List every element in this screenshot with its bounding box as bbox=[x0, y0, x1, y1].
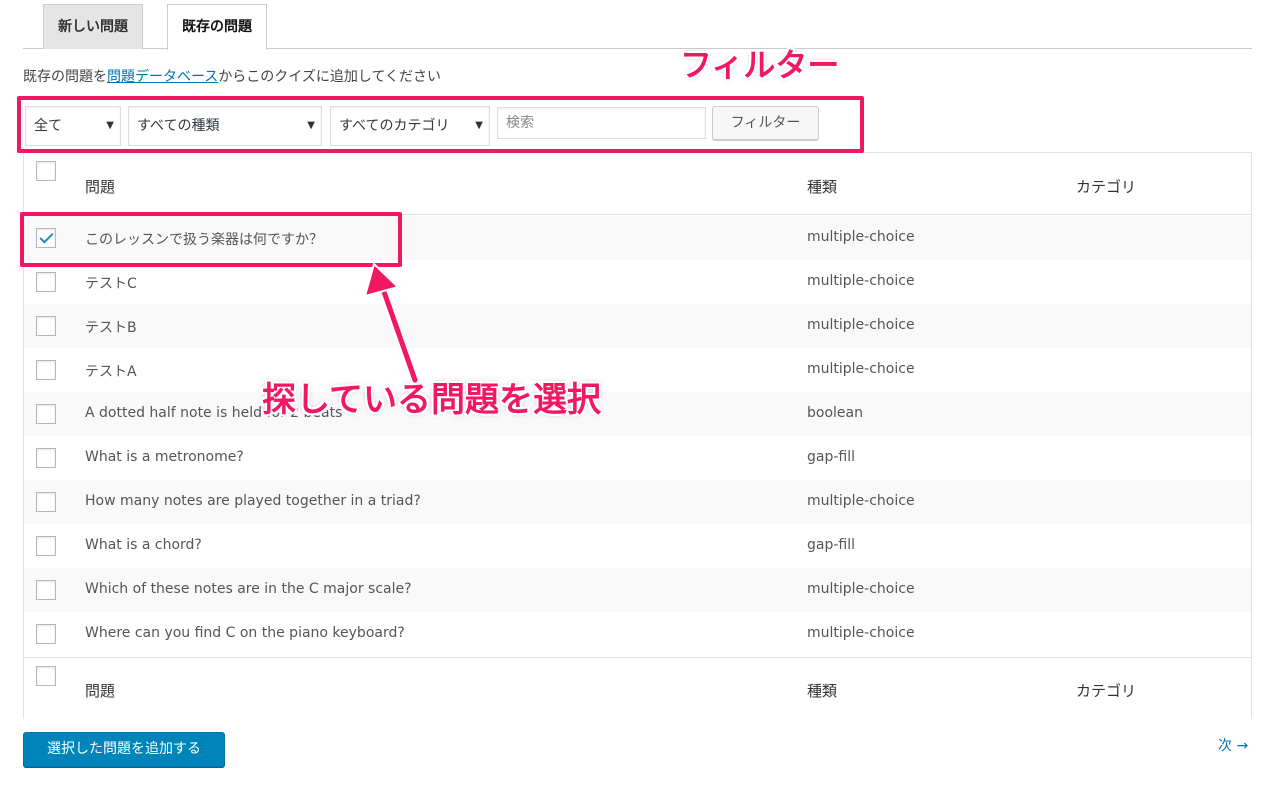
type-cell: boolean bbox=[807, 405, 863, 421]
select-all-checkbox[interactable] bbox=[36, 161, 56, 181]
question-cell: What is a metronome? bbox=[85, 449, 244, 465]
column-header-question[interactable]: 問題 bbox=[85, 176, 115, 197]
table-footer: 問題 種類 カテゴリ bbox=[24, 657, 1251, 719]
table-row[interactable]: テストA multiple-choice bbox=[24, 348, 1251, 392]
question-cell: How many notes are played together in a … bbox=[85, 493, 421, 509]
tab-existing-questions[interactable]: 既存の問題 bbox=[167, 4, 267, 50]
type-cell: gap-fill bbox=[807, 449, 856, 465]
table-row[interactable]: テストB multiple-choice bbox=[24, 304, 1251, 348]
row-checkbox[interactable] bbox=[36, 624, 56, 644]
column-footer-question[interactable]: 問題 bbox=[85, 680, 115, 701]
table-row[interactable]: What is a chord? gap-fill bbox=[24, 524, 1251, 568]
question-cell: Which of these notes are in the C major … bbox=[85, 581, 412, 597]
add-selected-questions-button[interactable]: 選択した問題を追加する bbox=[23, 732, 225, 767]
row-checkbox[interactable] bbox=[36, 360, 56, 380]
intro-text: 既存の問題を問題データベースからこのクイズに追加してください bbox=[23, 66, 441, 86]
arrow-up-left-icon bbox=[363, 262, 420, 385]
type-cell: multiple-choice bbox=[807, 493, 915, 509]
intro-prefix: 既存の問題を bbox=[23, 69, 107, 85]
select-all-checkbox-footer[interactable] bbox=[36, 666, 56, 686]
table-row[interactable]: How many notes are played together in a … bbox=[24, 480, 1251, 524]
type-cell: multiple-choice bbox=[807, 317, 915, 333]
intro-suffix: からこのクイズに追加してください bbox=[218, 69, 442, 85]
table-row[interactable]: A dotted half note is held for 2 beats b… bbox=[24, 392, 1251, 436]
table-row[interactable]: What is a metronome? gap-fill bbox=[24, 436, 1251, 480]
selected-row-highlight-box bbox=[20, 212, 402, 267]
tab-bar: 新しい問題 既存の問題 bbox=[23, 4, 1252, 50]
question-bank-link[interactable]: 問題データベース bbox=[107, 69, 218, 85]
type-cell: multiple-choice bbox=[807, 581, 915, 597]
type-cell: multiple-choice bbox=[807, 229, 915, 245]
column-header-category[interactable]: カテゴリ bbox=[1076, 176, 1136, 197]
row-checkbox[interactable] bbox=[36, 536, 56, 556]
row-checkbox[interactable] bbox=[36, 316, 56, 336]
row-checkbox[interactable] bbox=[36, 404, 56, 424]
type-cell: multiple-choice bbox=[807, 273, 915, 289]
row-checkbox[interactable] bbox=[36, 492, 56, 512]
next-page-link[interactable]: 次 → bbox=[1218, 735, 1248, 755]
row-checkbox[interactable] bbox=[36, 272, 56, 292]
type-cell: gap-fill bbox=[807, 537, 856, 553]
question-cell: テストA bbox=[85, 364, 137, 380]
column-footer-type[interactable]: 種類 bbox=[807, 680, 837, 701]
question-cell: テストB bbox=[85, 320, 137, 336]
column-footer-category[interactable]: カテゴリ bbox=[1076, 680, 1136, 701]
question-cell: Where can you find C on the piano keyboa… bbox=[85, 625, 405, 641]
filter-highlight-box bbox=[17, 96, 864, 153]
row-checkbox[interactable] bbox=[36, 580, 56, 600]
select-annotation-label: 探している問題を選択 bbox=[262, 380, 601, 420]
filter-annotation-label: フィルター bbox=[680, 46, 840, 84]
question-cell: テストC bbox=[85, 276, 137, 292]
table-row[interactable]: Which of these notes are in the C major … bbox=[24, 568, 1251, 612]
type-cell: multiple-choice bbox=[807, 361, 915, 377]
type-cell: multiple-choice bbox=[807, 625, 915, 641]
column-header-type[interactable]: 種類 bbox=[807, 176, 837, 197]
question-cell: What is a chord? bbox=[85, 537, 202, 553]
row-checkbox[interactable] bbox=[36, 448, 56, 468]
table-row[interactable]: Where can you find C on the piano keyboa… bbox=[24, 612, 1251, 656]
tab-new-question[interactable]: 新しい問題 bbox=[43, 4, 143, 49]
table-header: 問題 種類 カテゴリ bbox=[24, 153, 1251, 215]
